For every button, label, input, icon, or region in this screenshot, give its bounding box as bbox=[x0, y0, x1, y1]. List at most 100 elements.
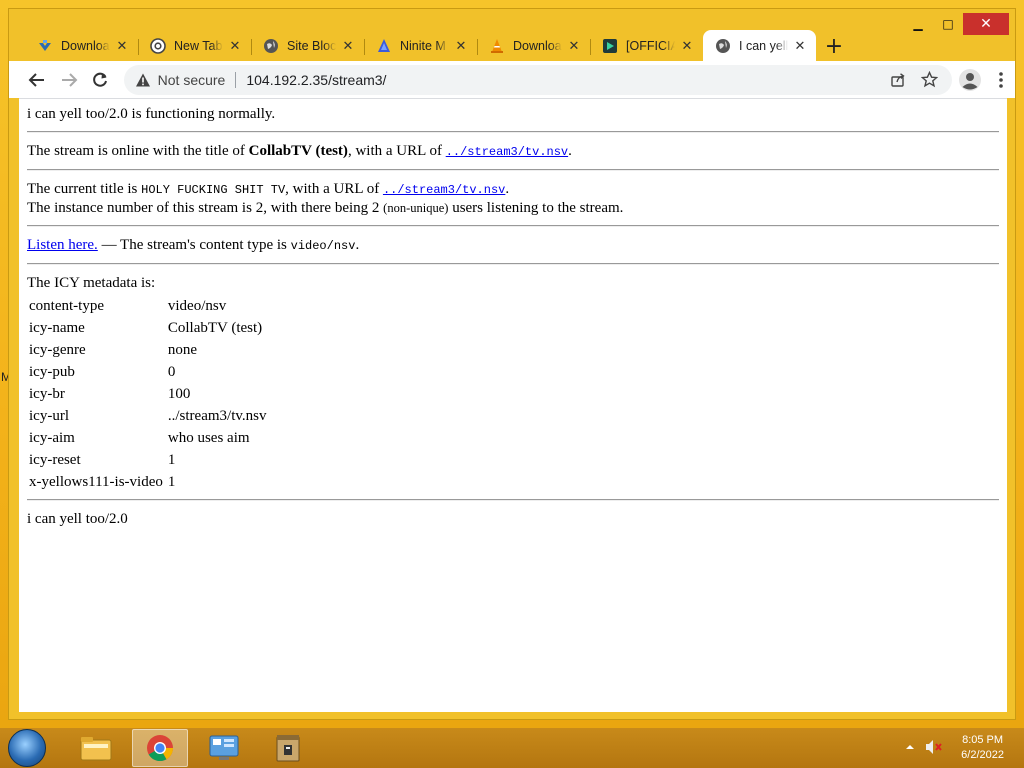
icy-key: icy-url bbox=[29, 408, 69, 424]
tab-i-can-yell[interactable]: I can yell ✕ bbox=[703, 30, 816, 62]
current-prefix: The current title is bbox=[27, 181, 142, 197]
forward-arrow-icon[interactable] bbox=[55, 65, 84, 95]
listen-text: — The stream's content type is bbox=[97, 237, 291, 253]
icy-key: icy-pub bbox=[29, 364, 75, 380]
control-panel-icon[interactable] bbox=[196, 729, 252, 767]
speaker-muted-icon[interactable] bbox=[925, 739, 943, 758]
clock[interactable]: 8:05 PM 6/2/2022 bbox=[961, 733, 1004, 763]
non-unique-note: (non-unique) bbox=[383, 201, 449, 215]
download-arrow-icon bbox=[37, 38, 53, 54]
instance-info: The instance number of this stream is 2,… bbox=[27, 199, 999, 217]
tab-new-tab[interactable]: New Tab ✕ bbox=[138, 30, 251, 62]
new-tab-button[interactable]: + bbox=[816, 30, 852, 62]
divider bbox=[235, 71, 237, 88]
bookmark-star-icon[interactable] bbox=[914, 71, 946, 88]
tab-title: [OFFICIAL bbox=[626, 39, 675, 53]
start-button[interactable] bbox=[8, 729, 46, 767]
tab-official[interactable]: [OFFICIAL ✕ bbox=[590, 30, 703, 62]
tab-close-icon[interactable]: ✕ bbox=[227, 39, 243, 54]
icy-value: 0 bbox=[167, 364, 176, 380]
divider bbox=[27, 169, 999, 171]
tab-close-icon[interactable]: ✕ bbox=[114, 39, 130, 54]
table-row: icy-genre none bbox=[27, 339, 268, 361]
reload-icon[interactable] bbox=[86, 65, 115, 95]
tab-close-icon[interactable]: ✕ bbox=[340, 39, 356, 54]
current-url-link[interactable]: ../stream3/tv.nsv bbox=[383, 183, 505, 197]
tab-close-icon[interactable]: ✕ bbox=[453, 39, 469, 54]
icy-value: video/nsv bbox=[167, 298, 227, 314]
icy-value: ../stream3/tv.nsv bbox=[167, 408, 267, 424]
icy-intro: The ICY metadata is: bbox=[27, 275, 156, 291]
clock-date: 6/2/2022 bbox=[961, 749, 1004, 761]
tab-site-blocker[interactable]: Site Blocker ✕ bbox=[251, 30, 364, 62]
back-arrow-icon[interactable] bbox=[23, 65, 52, 95]
instance-prefix: The instance number of this stream is 2,… bbox=[27, 200, 384, 216]
icy-key: icy-genre bbox=[29, 342, 86, 358]
instance-end: users listening to the stream. bbox=[448, 200, 624, 216]
profile-avatar-icon[interactable] bbox=[956, 65, 985, 95]
listen-line: Listen here. — The stream's content type… bbox=[27, 236, 999, 255]
tab-ninite[interactable]: Ninite M ✕ bbox=[364, 30, 477, 62]
url-text[interactable]: 104.192.2.35/stream3/ bbox=[246, 72, 386, 88]
page-content: i can yell too/2.0 is functioning normal… bbox=[19, 98, 1007, 712]
close-window-button[interactable]: ✕ bbox=[963, 13, 1009, 35]
stream-mid: , with a URL of bbox=[347, 143, 446, 159]
table-row: icy-name CollabTV (test) bbox=[27, 317, 268, 339]
table-row: icy-pub 0 bbox=[27, 361, 268, 383]
tab-title: Site Blocker bbox=[287, 39, 336, 53]
icy-key: x-yellows111-is-video bbox=[29, 474, 163, 490]
file-explorer-icon[interactable] bbox=[68, 729, 124, 767]
current-end: . bbox=[505, 181, 510, 197]
icy-value: CollabTV (test) bbox=[167, 320, 263, 336]
current-mid: , with a URL of bbox=[285, 181, 383, 197]
stream-title: CollabTV (test) bbox=[248, 143, 348, 159]
minimize-button[interactable]: ▁ bbox=[903, 13, 933, 35]
icy-key: icy-name bbox=[29, 320, 85, 336]
content-type-value: video/nsv bbox=[290, 239, 356, 253]
ninite-icon bbox=[376, 38, 392, 54]
table-row: x-yellows111-is-video 1 bbox=[27, 471, 268, 493]
icy-value: who uses aim bbox=[167, 430, 250, 446]
tab-close-icon[interactable]: ✕ bbox=[566, 39, 582, 54]
chevron-up-icon[interactable] bbox=[905, 742, 915, 754]
chrome-taskbar-icon[interactable] bbox=[132, 729, 188, 767]
table-row: content-type video/nsv bbox=[27, 295, 268, 317]
not-secure-label[interactable]: Not secure bbox=[158, 72, 226, 88]
listen-here-link[interactable]: Listen here. bbox=[27, 237, 98, 253]
tab-downloads[interactable]: Downloads ✕ bbox=[25, 30, 138, 62]
divider bbox=[27, 131, 999, 133]
warning-triangle-icon[interactable] bbox=[134, 72, 152, 88]
table-row: icy-aim who uses aim bbox=[27, 427, 268, 449]
table-row: icy-reset 1 bbox=[27, 449, 268, 471]
icy-value: 1 bbox=[167, 452, 176, 468]
tab-strip: Downloads ✕ New Tab ✕ Site Blocker ✕ Nin… bbox=[25, 28, 852, 62]
icy-value: none bbox=[167, 342, 198, 358]
tab-downloads-vlc[interactable]: Downloads ✕ bbox=[477, 30, 590, 62]
icy-value: 100 bbox=[167, 386, 191, 402]
archive-app-icon[interactable] bbox=[260, 729, 316, 767]
kebab-menu-icon[interactable] bbox=[986, 65, 1015, 95]
clock-time: 8:05 PM bbox=[962, 734, 1004, 746]
system-tray: 8:05 PM 6/2/2022 bbox=[905, 728, 1004, 768]
share-icon[interactable] bbox=[882, 72, 914, 88]
status-line: i can yell too/2.0 is functioning normal… bbox=[27, 106, 276, 122]
tab-close-icon[interactable]: ✕ bbox=[792, 39, 808, 54]
footer-signature: i can yell too/2.0 bbox=[27, 511, 128, 527]
app-icon bbox=[602, 38, 618, 54]
table-row: icy-url ../stream3/tv.nsv bbox=[27, 405, 268, 427]
icy-key: content-type bbox=[29, 298, 104, 314]
stream-prefix: The stream is online with the title of bbox=[27, 143, 249, 159]
icy-metadata-table: content-type video/nsv icy-name CollabTV (… bbox=[27, 295, 268, 493]
current-title-info: The current title is HOLY FUCKING SHIT T… bbox=[27, 180, 999, 199]
address-bar[interactable]: Not secure 104.192.2.35/stream3/ bbox=[123, 64, 952, 95]
maximize-button[interactable]: □ bbox=[933, 13, 963, 35]
stream-url-link[interactable]: ../stream3/tv.nsv bbox=[446, 145, 568, 159]
tab-title: New Tab bbox=[174, 39, 223, 53]
browser-window: ▁ □ ✕ Downloads ✕ New Tab ✕ Site Blocker… bbox=[8, 8, 1016, 720]
divider bbox=[27, 499, 999, 501]
table-row: icy-br 100 bbox=[27, 383, 268, 405]
icy-value: 1 bbox=[167, 474, 176, 490]
tab-close-icon[interactable]: ✕ bbox=[679, 39, 695, 54]
listen-end: . bbox=[355, 237, 360, 253]
taskbar: 8:05 PM 6/2/2022 bbox=[0, 728, 1024, 768]
